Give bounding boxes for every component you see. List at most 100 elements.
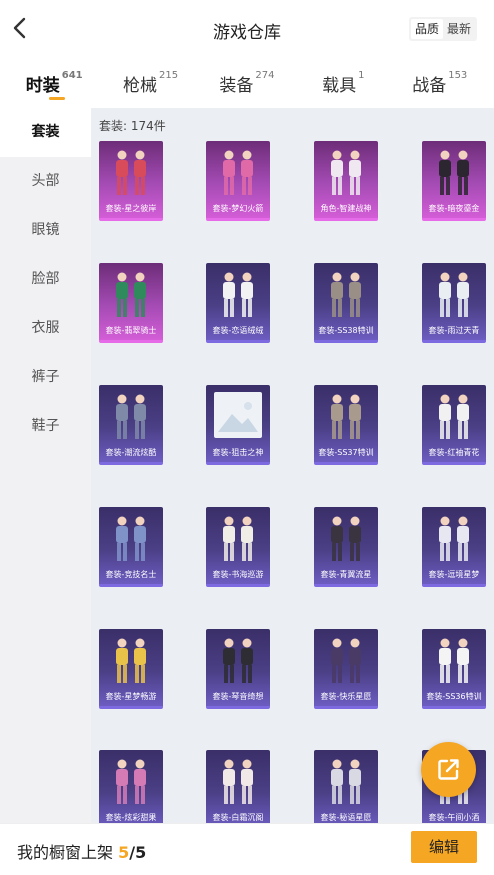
outfit-figure-icon: [116, 272, 146, 317]
outfit-card[interactable]: 套装-SS36特训: [422, 629, 486, 709]
sidebar-item-pants[interactable]: 裤子: [0, 353, 91, 402]
outfit-figure-icon: [331, 394, 361, 439]
outfit-figure-icon: [331, 272, 361, 317]
outfit-card-label: 套装-青翼流星: [320, 570, 372, 579]
outfit-card[interactable]: 套装-翡翠骑士: [99, 263, 163, 343]
outfit-card-label: 套装-星之彼岸: [105, 204, 157, 213]
outfit-card-label: 套装-逗境星梦: [428, 570, 480, 579]
outfit-card-label: 套装-白霜沉阁: [212, 813, 264, 822]
edit-button[interactable]: 编辑: [411, 831, 477, 863]
subcategory-sidebar: 套装 头部 眼镜 脸部 衣服 裤子 鞋子: [0, 108, 91, 823]
outfit-figure-icon: [331, 759, 361, 804]
sidebar-item-head[interactable]: 头部: [0, 157, 91, 206]
showcase-total: /5: [129, 843, 147, 862]
active-tab-indicator: [49, 97, 66, 100]
tab-guns[interactable]: 枪械215: [106, 60, 196, 104]
sidebar-item-glasses[interactable]: 眼镜: [0, 206, 91, 255]
outfit-figure-icon: [439, 516, 469, 561]
outfit-card-label: 套装-炫彩甜果: [105, 813, 157, 822]
item-count: 套装: 174件: [99, 119, 166, 133]
outfit-card-label: 套装-翡翠骑士: [105, 326, 157, 335]
outfit-card[interactable]: 套装-书海巡游: [206, 507, 270, 587]
tab-supplies[interactable]: 战备153: [395, 60, 485, 104]
outfit-figure-icon: [439, 272, 469, 317]
outfit-card[interactable]: 套装-炫彩甜果: [99, 750, 163, 823]
sort-toggle[interactable]: 品质 最新: [408, 17, 477, 41]
outfit-card-label: 套装-竞技名士: [105, 570, 157, 579]
tab-equipment[interactable]: 装备274: [202, 60, 292, 104]
showcase-count: 5: [118, 843, 130, 862]
share-button[interactable]: [421, 742, 476, 797]
outfit-figure-icon: [223, 272, 253, 317]
outfit-figure-icon: [116, 150, 146, 195]
outfit-figure-icon: [223, 638, 253, 683]
outfit-card-label: 套装-SS38特训: [318, 326, 374, 335]
outfit-card[interactable]: 套装-恋语绒绒: [206, 263, 270, 343]
outfit-card-label: 套装-红袖青花: [428, 448, 480, 457]
sidebar-item-clothes[interactable]: 衣服: [0, 304, 91, 353]
sidebar-item-face[interactable]: 脸部: [0, 255, 91, 304]
outfit-card-label: 套装-琴音绮想: [212, 692, 264, 701]
outfit-card-label: 套装-SS37特训: [318, 448, 374, 457]
tab-count: 1: [358, 70, 365, 81]
tab-count: 153: [448, 70, 468, 81]
outfit-card-label: 套装-书海巡游: [212, 570, 264, 579]
outfit-card[interactable]: 套装-快乐星愿: [314, 629, 378, 709]
app-header: 游戏仓库 品质 最新: [0, 0, 494, 56]
outfit-card-label: 套装-恋语绒绒: [212, 326, 264, 335]
outfit-card[interactable]: 套装-星梦畅游: [99, 629, 163, 709]
outfit-card[interactable]: 套装-狙击之神: [206, 385, 270, 465]
outfit-figure-icon: [116, 516, 146, 561]
tab-count: 274: [255, 70, 275, 81]
category-tabs: 时装641 枪械215 装备274 载具1 战备153: [0, 60, 494, 104]
outfit-figure-icon: [331, 516, 361, 561]
outfit-figure-icon: [223, 516, 253, 561]
outfit-card[interactable]: 套装-星之彼岸: [99, 141, 163, 221]
outfit-figure-icon: [116, 759, 146, 804]
outfit-card[interactable]: 套装-琴音绮想: [206, 629, 270, 709]
item-grid-panel: 套装: 174件 套装-星之彼岸 套装-梦幻火箭 角色-智建战神 套装-暗夜鎏金 套装-…: [91, 108, 494, 823]
outfit-card[interactable]: 套装-红袖青花: [422, 385, 486, 465]
tab-fashion[interactable]: 时装641: [9, 60, 99, 104]
outfit-card[interactable]: 角色-智建战神: [314, 141, 378, 221]
outfit-figure-icon: [331, 638, 361, 683]
outfit-card[interactable]: 套装-白霜沉阁: [206, 750, 270, 823]
bottom-bar: 我的橱窗上架 5/5 编辑: [0, 823, 494, 875]
outfit-card-label: 套装-SS36特训: [426, 692, 482, 701]
tab-count: 641: [61, 70, 83, 81]
outfit-card-label: 套装-快乐星愿: [320, 692, 372, 701]
outfit-card[interactable]: 套装-雨过天青: [422, 263, 486, 343]
share-export-icon: [438, 759, 459, 780]
sidebar-item-shoes[interactable]: 鞋子: [0, 402, 91, 451]
outfit-card[interactable]: 套装-青翼流星: [314, 507, 378, 587]
outfit-figure-icon: [439, 638, 469, 683]
outfit-card[interactable]: 套装-秘语星愿: [314, 750, 378, 823]
sort-option-quality[interactable]: 品质: [410, 19, 443, 39]
outfit-figure-icon: [116, 638, 146, 683]
outfit-card-label: 套装-午间小酒: [428, 813, 480, 822]
outfit-card[interactable]: 套装-SS37特训: [314, 385, 378, 465]
outfit-figure-icon: [223, 150, 253, 195]
outfit-figure-icon: [223, 759, 253, 804]
outfit-card-label: 角色-智建战神: [320, 204, 372, 213]
outfit-card[interactable]: 套装-梦幻火箭: [206, 141, 270, 221]
outfit-card[interactable]: 套装-逗境星梦: [422, 507, 486, 587]
sidebar-item-outfit[interactable]: 套装: [0, 108, 91, 157]
image-placeholder-icon: [214, 392, 262, 438]
sort-option-latest[interactable]: 最新: [443, 19, 475, 39]
outfit-card-label: 套装-雨过天青: [428, 326, 480, 335]
outfit-figure-icon: [116, 394, 146, 439]
tab-count: 215: [159, 70, 179, 81]
outfit-card[interactable]: 套装-暗夜鎏金: [422, 141, 486, 221]
outfit-figure-icon: [439, 394, 469, 439]
outfit-figure-icon: [439, 150, 469, 195]
outfit-figure-icon: [331, 150, 361, 195]
tab-vehicles[interactable]: 载具1: [298, 60, 388, 104]
outfit-card-label: 套装-暗夜鎏金: [428, 204, 480, 213]
outfit-card[interactable]: 套装-潮流炫酷: [99, 385, 163, 465]
outfit-card-label: 套装-星梦畅游: [105, 692, 157, 701]
outfit-card-label: 套装-狙击之神: [212, 448, 264, 457]
outfit-card-label: 套装-潮流炫酷: [105, 448, 157, 457]
outfit-card[interactable]: 套装-竞技名士: [99, 507, 163, 587]
outfit-card[interactable]: 套装-SS38特训: [314, 263, 378, 343]
